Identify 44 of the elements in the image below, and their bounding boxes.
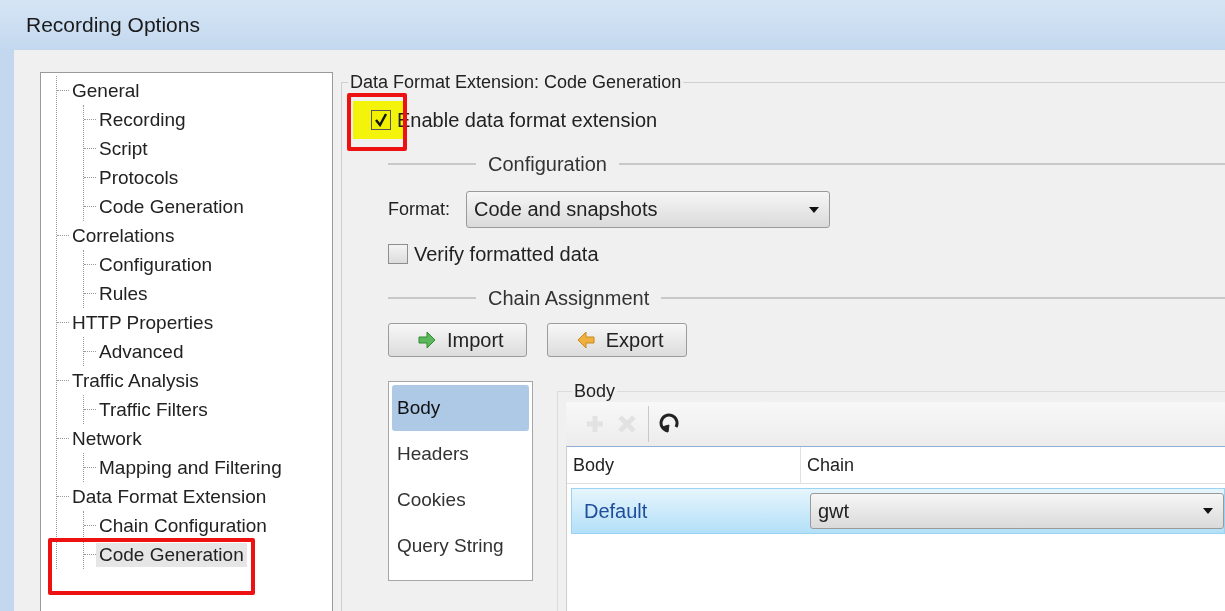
column-header[interactable]: Body [567,447,801,483]
checkbox-label: Verify formatted data [414,242,599,266]
arrow-icon [575,330,596,350]
tree-item[interactable]: Chain Configuration [96,513,270,538]
import-button[interactable]: Import [388,323,527,357]
tree-item[interactable]: Configuration [96,252,216,277]
section-heading: Configuration [488,152,607,176]
list-item[interactable]: Headers [392,431,529,477]
tree-item[interactable]: Code Generation [96,194,247,219]
tree-item[interactable]: Traffic Filters [96,397,211,422]
tree-item[interactable]: Data Format Extension [69,484,270,509]
export-button[interactable]: Export [546,323,687,357]
caret-icon [809,206,819,213]
format-label: Format: [388,199,450,220]
tree-item[interactable]: Protocols [96,165,182,190]
tree-item[interactable]: Recording [96,107,189,132]
section-heading: Chain Assignment [488,286,650,310]
tree-item[interactable]: Rules [96,281,151,306]
tree-item[interactable]: Code Generation [96,542,247,567]
arrow-icon [417,330,437,350]
table-cell-text: Default [583,499,649,523]
column-header[interactable]: Chain [801,447,861,483]
checkbox[interactable] [388,244,408,264]
chain-dropdown[interactable]: gwt [810,493,1224,529]
group-title: Body [573,381,617,402]
refresh-button[interactable] [659,413,681,435]
tree-item[interactable]: HTTP Properties [69,310,217,335]
tree-item[interactable]: Mapping and Filtering [96,455,285,480]
checkbox[interactable] [371,110,391,130]
list-item[interactable]: Query String [392,523,529,569]
caret-icon [1203,508,1213,514]
tree-item[interactable]: Advanced [96,339,187,364]
format-dropdown[interactable]: Code and snapshots [466,191,830,228]
list-item[interactable]: Body [392,385,529,431]
list-item[interactable]: Cookies [392,477,529,523]
window-title: Recording Options [26,13,200,37]
tree-item[interactable]: Traffic Analysis [69,368,202,393]
tree-item[interactable]: Script [96,136,151,161]
tree-item[interactable]: Network [69,426,145,451]
tree-item[interactable]: General [69,78,143,103]
refresh-icon [659,413,681,435]
table-row[interactable]: Default gwt [571,488,1225,534]
tree-item[interactable]: Correlations [69,223,178,248]
group-title: Data Format Extension: Code Generation [349,72,683,93]
